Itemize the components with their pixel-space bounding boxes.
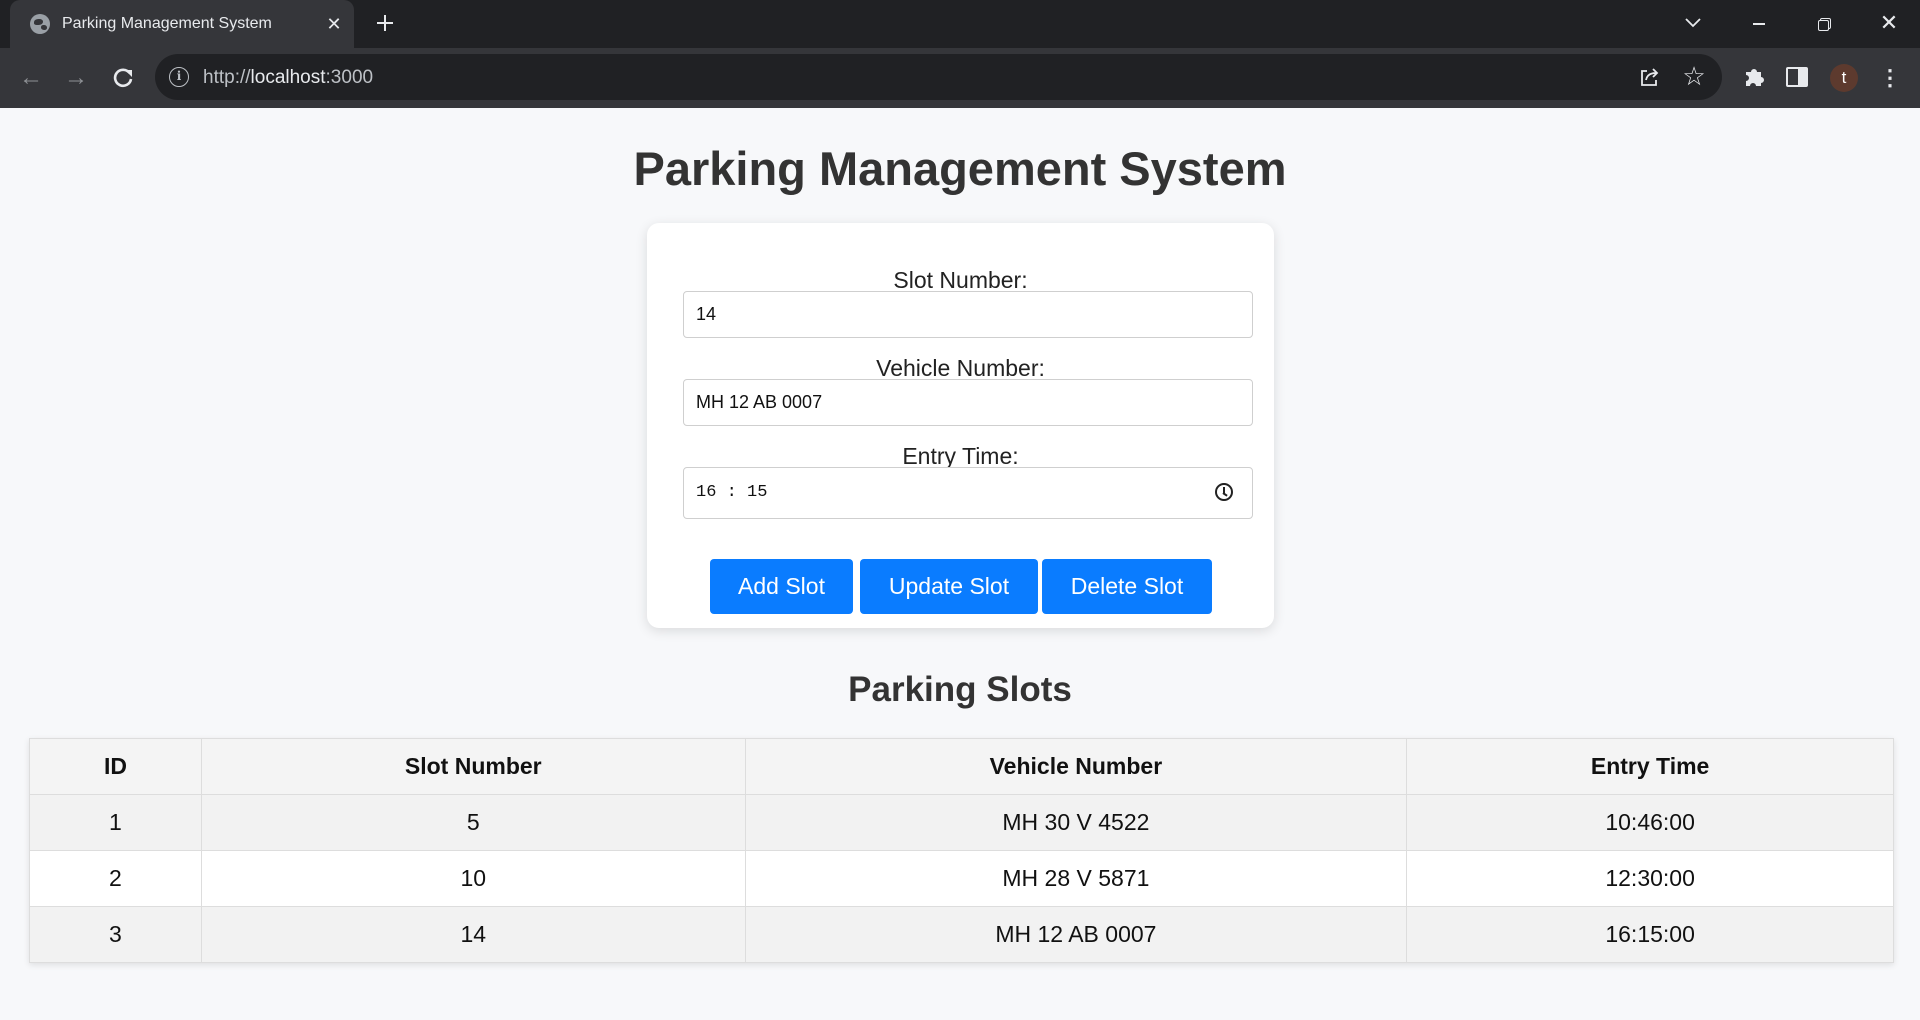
cell-vehicle-number: MH 30 V 4522 [744,794,1408,851]
table-row: 2 10 MH 28 V 5871 12:30:00 [29,850,1894,907]
restore-icon[interactable] [1812,12,1836,36]
table-row: 3 14 MH 12 AB 0007 16:15:00 [29,906,1894,963]
vehicle-number-label: Vehicle Number: [876,355,1045,381]
tab-strip: Parking Management System ✕ ✕ [0,0,1920,48]
chevron-down-icon[interactable] [1683,12,1703,32]
tab-title: Parking Management System [62,15,272,32]
plus-icon[interactable] [372,10,398,36]
star-icon[interactable]: ☆ [1681,62,1707,90]
browser-tab[interactable]: Parking Management System ✕ [10,0,354,48]
info-icon[interactable]: i [169,67,189,87]
update-slot-button[interactable]: Update Slot [860,559,1038,614]
slot-number-label: Slot Number: [893,267,1028,293]
vehicle-number-input[interactable] [683,379,1253,426]
clock-icon[interactable] [1215,483,1233,501]
cell-slot-number: 5 [200,794,746,851]
entry-time-label: Entry Time: [902,443,1019,469]
back-icon[interactable]: ← [15,62,47,94]
entry-time-value[interactable]: 16 : 15 [696,483,767,502]
slot-number-input[interactable] [683,291,1253,338]
reload-icon[interactable] [107,62,139,94]
side-panel-icon[interactable] [1786,67,1808,87]
kebab-menu-icon[interactable]: ⋮ [1878,64,1902,92]
globe-icon [30,14,50,34]
address-bar[interactable]: i http://localhost:3000 ☆ [155,54,1722,100]
avatar[interactable]: t [1830,64,1858,92]
parking-slots-table: ID Slot Number Vehicle Number Entry Time… [29,738,1894,963]
entry-time-input[interactable] [683,467,1253,519]
minimize-icon[interactable] [1747,12,1771,36]
slot-form: Slot Number: Vehicle Number: Entry Time:… [647,223,1274,628]
cell-slot-number: 10 [200,850,746,907]
cell-id: 1 [29,794,202,851]
url-text[interactable]: http://localhost:3000 [203,67,373,89]
share-icon[interactable] [1638,66,1660,88]
table-header-row: ID Slot Number Vehicle Number Entry Time [29,738,1894,795]
column-header-entry-time: Entry Time [1406,738,1894,795]
cell-slot-number: 14 [200,906,746,963]
puzzle-icon[interactable] [1741,64,1767,90]
cell-id: 2 [29,850,202,907]
cell-entry-time: 12:30:00 [1406,850,1894,907]
page-title: Parking Management System [633,142,1287,195]
cell-entry-time: 16:15:00 [1406,906,1894,963]
window-close-icon[interactable]: ✕ [1876,10,1902,36]
delete-slot-button[interactable]: Delete Slot [1042,559,1212,614]
browser-toolbar: ← → i http://localhost:3000 ☆ [0,48,1920,108]
page-content: Parking Management System Slot Number: V… [0,108,1920,1020]
add-slot-button[interactable]: Add Slot [710,559,853,614]
column-header-slot-number: Slot Number [200,738,746,795]
section-title: Parking Slots [848,670,1072,709]
cell-vehicle-number: MH 28 V 5871 [744,850,1408,907]
close-icon[interactable]: ✕ [322,12,346,36]
cell-id: 3 [29,906,202,963]
table-row: 1 5 MH 30 V 4522 10:46:00 [29,794,1894,851]
column-header-vehicle-number: Vehicle Number [744,738,1408,795]
cell-vehicle-number: MH 12 AB 0007 [744,906,1408,963]
cell-entry-time: 10:46:00 [1406,794,1894,851]
forward-icon[interactable]: → [60,62,92,94]
column-header-id: ID [29,738,202,795]
